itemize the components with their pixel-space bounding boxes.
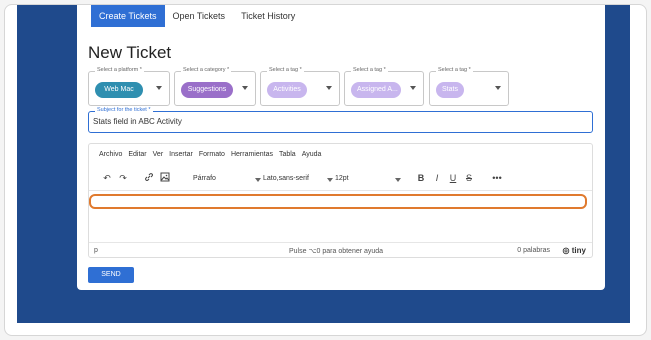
category-chip: Suggestions xyxy=(181,82,233,98)
chevron-down-icon xyxy=(156,86,162,90)
menu-insertar[interactable]: Insertar xyxy=(169,151,193,158)
block-format-value: Párrafo xyxy=(193,174,216,182)
font-family-select[interactable]: Lato,sans-serif xyxy=(263,175,335,182)
tag-chip-stats: Stats xyxy=(436,82,464,98)
font-size-select[interactable]: 12pt xyxy=(335,175,403,182)
platform-select-label: Select a platform * xyxy=(95,67,144,73)
tag-select-1[interactable]: Select a tag * Activities xyxy=(260,67,340,106)
editor-content-area[interactable] xyxy=(89,190,592,242)
rich-text-editor: Archivo Editar Ver Insertar Formato Herr… xyxy=(88,143,593,258)
menu-tabla[interactable]: Tabla xyxy=(279,151,296,158)
editor-toolbar: ↶ ↷ Párrafo Lato,sans-serif 12pt B I U S… xyxy=(99,171,584,185)
tab-open-tickets[interactable]: Open Tickets xyxy=(165,5,234,27)
image-icon[interactable] xyxy=(157,172,173,184)
tag-select-1-label: Select a tag * xyxy=(267,67,304,73)
strikethrough-button[interactable]: S xyxy=(461,173,477,183)
page-background: Create Tickets Open Tickets Ticket Histo… xyxy=(17,5,630,323)
chevron-down-icon xyxy=(255,177,261,182)
tag-select-2-label: Select a tag * xyxy=(351,67,388,73)
block-format-select[interactable]: Párrafo xyxy=(193,175,263,182)
chevron-down-icon xyxy=(410,86,416,90)
editor-statusbar: p Pulse ⌥0 para obtener ayuda 0 palabras… xyxy=(89,242,592,258)
tab-ticket-history[interactable]: Ticket History xyxy=(233,5,303,27)
category-select[interactable]: Select a category * Suggestions xyxy=(174,67,256,106)
word-count: 0 palabras xyxy=(517,247,550,254)
tiny-logo-icon: ◎ xyxy=(562,246,570,255)
tag-select-3[interactable]: Select a tag * Stats xyxy=(429,67,509,106)
subject-field[interactable]: Subject for the ticket * Stats field in … xyxy=(88,107,593,133)
subject-field-value[interactable]: Stats field in ABC Activity xyxy=(93,117,182,126)
category-select-label: Select a category * xyxy=(181,67,232,73)
menu-formato[interactable]: Formato xyxy=(199,151,225,158)
tab-bar: Create Tickets Open Tickets Ticket Histo… xyxy=(91,5,303,27)
underline-button[interactable]: U xyxy=(445,173,461,183)
screenshot-frame: Create Tickets Open Tickets Ticket Histo… xyxy=(4,4,647,336)
chevron-down-icon xyxy=(242,86,248,90)
redo-icon[interactable]: ↷ xyxy=(115,173,131,184)
tiny-logo-text: tiny xyxy=(571,246,586,255)
chevron-down-icon xyxy=(326,86,332,90)
bold-button[interactable]: B xyxy=(413,173,429,183)
menu-ayuda[interactable]: Ayuda xyxy=(302,151,322,158)
font-family-value: Lato,sans-serif xyxy=(263,174,309,182)
menu-archivo[interactable]: Archivo xyxy=(99,151,122,158)
chevron-down-icon xyxy=(495,86,501,90)
send-button[interactable]: SEND xyxy=(88,267,134,283)
tag-select-3-label: Select a tag * xyxy=(436,67,473,73)
more-options-button[interactable]: ••• xyxy=(489,173,505,183)
element-path[interactable]: p xyxy=(94,247,98,254)
subject-field-label: Subject for the ticket * xyxy=(95,107,153,113)
tag-chip-assigned: Assigned A... xyxy=(351,82,401,98)
tag-chip-activities: Activities xyxy=(267,82,307,98)
tag-select-2[interactable]: Select a tag * Assigned A... xyxy=(344,67,424,106)
editor-menubar: Archivo Editar Ver Insertar Formato Herr… xyxy=(99,151,327,158)
page-title: New Ticket xyxy=(88,43,172,62)
link-icon[interactable] xyxy=(141,172,157,184)
italic-button[interactable]: I xyxy=(429,173,445,183)
platform-chip: Web Mac xyxy=(95,82,143,98)
tab-create-tickets[interactable]: Create Tickets xyxy=(91,5,165,27)
chevron-down-icon xyxy=(327,177,333,182)
menu-herramientas[interactable]: Herramientas xyxy=(231,151,273,158)
menu-editar[interactable]: Editar xyxy=(128,151,146,158)
font-size-value: 12pt xyxy=(335,174,349,182)
chevron-down-icon xyxy=(395,177,401,182)
menu-ver[interactable]: Ver xyxy=(153,151,164,158)
undo-icon[interactable]: ↶ xyxy=(99,173,115,184)
ticket-card: Create Tickets Open Tickets Ticket Histo… xyxy=(77,5,605,290)
highlighted-line xyxy=(89,194,587,209)
platform-select[interactable]: Select a platform * Web Mac xyxy=(88,67,170,106)
help-hint: Pulse ⌥0 para obtener ayuda xyxy=(289,248,384,255)
tiny-logo[interactable]: ◎ tiny xyxy=(563,246,586,255)
